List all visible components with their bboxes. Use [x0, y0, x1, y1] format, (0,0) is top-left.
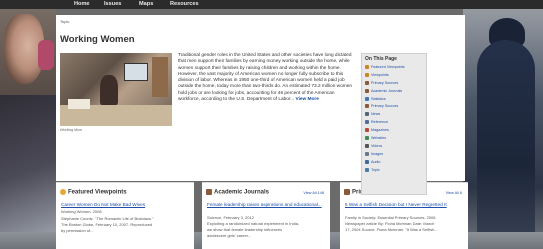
nav-maps[interactable]: Maps: [139, 0, 153, 9]
magazines-icon: [365, 128, 369, 133]
on-this-page-item-label: Topic: [371, 167, 380, 172]
on-this-page-item[interactable]: Videos: [365, 143, 426, 151]
on-this-page-item-label: Statistics: [371, 96, 386, 101]
top-navigation: Home Issues Maps Resources: [0, 0, 543, 9]
card-meta-line: Family in Society: Essential Primary Sou…: [345, 215, 436, 220]
on-this-page-item[interactable]: Viewpoints: [365, 72, 426, 80]
photo-caption: Working Mom: [60, 128, 83, 132]
on-this-page-item[interactable]: Magazines: [365, 127, 426, 135]
nav-resources[interactable]: Resources: [170, 0, 199, 9]
on-this-page-item[interactable]: Academic Journals: [365, 88, 426, 96]
breadcrumb[interactable]: Topic: [60, 19, 69, 24]
card-meta-line: by permission of...: [61, 228, 94, 233]
card-meta-line: Stephanie Coontz. "The Romantic Life of …: [61, 216, 154, 221]
card-meta-line: we show that female leadership influence…: [207, 227, 283, 232]
on-this-page-item-label: Websites: [371, 136, 387, 141]
card-meta-line: adolescent girls' career...: [207, 233, 252, 238]
videos-icon: [365, 143, 369, 148]
card-meta-line: Exploiting a randomized natural experime…: [207, 221, 300, 226]
overview-text: Traditional gender roles in the United S…: [178, 53, 352, 103]
topic-icon: [365, 167, 369, 172]
card-meta-line: Working Women, 2008: [61, 209, 102, 214]
on-this-page-item-label: Featured Viewpoints: [371, 65, 405, 69]
card-academic-journals: Academic Journals View All 148 Female le…: [202, 182, 330, 249]
on-this-page-item-label: Videos: [371, 143, 383, 148]
card-link[interactable]: Female leadership raises aspirations and…: [207, 202, 322, 208]
photo-monitor: [124, 63, 148, 81]
card-featured-viewpoints: Featured Viewpoints Career Women Do Not …: [56, 182, 194, 249]
on-this-page-item-label: Primary Sources: [371, 104, 399, 109]
on-this-page-list: Featured Viewpoints Viewpoints Primary Sou…: [362, 64, 426, 174]
journals-icon: [365, 88, 369, 93]
on-this-page-item-label: News: [371, 112, 381, 117]
card-meta-line: The Boston Globe, February 10, 2007. Rep…: [61, 222, 153, 227]
card-meta-line: Science, February 3, 2012: [207, 215, 254, 220]
card-meta-line: Newspaper article By: Fiona Mcmnan Date:…: [345, 221, 435, 226]
on-this-page-item[interactable]: News: [365, 111, 426, 119]
journals-icon: [206, 189, 212, 195]
card-header: Featured Viewpoints: [60, 189, 127, 196]
on-this-page-title: On This Page: [365, 56, 397, 62]
primary-sources-icon: [344, 189, 350, 195]
protester-jacket: [0, 95, 56, 249]
on-this-page-item[interactable]: Audio: [365, 159, 426, 167]
primary-sources-icon: [365, 80, 369, 85]
on-this-page-item-label: Magazines: [371, 128, 389, 133]
websites-icon: [365, 136, 369, 141]
on-this-page-box: On This Page Featured Viewpoints Viewpoin…: [361, 53, 427, 195]
audio-icon: [365, 159, 369, 164]
photo-woman: [100, 75, 118, 105]
on-this-page-item-label: Primary Sources: [371, 80, 399, 85]
on-this-page-item-label: Reference: [371, 120, 389, 125]
on-this-page-item[interactable]: Statistics: [365, 96, 426, 104]
on-this-page-item-label: Images: [371, 151, 384, 156]
card-meta-line: 17, 2004 Source: Fiona Mcmnan. "It Was a…: [345, 227, 438, 232]
protester-mask: [38, 40, 54, 70]
on-this-page-item-label: Viewpoints: [371, 72, 389, 77]
photo-papers: [68, 99, 90, 109]
card-link[interactable]: Career Women Do Not Make Bad Wives: [61, 202, 145, 208]
on-this-page-item[interactable]: Featured Viewpoints: [365, 64, 426, 72]
card-link[interactable]: It Was a Selfish Decision but I Never Re…: [345, 202, 447, 208]
view-all-link[interactable]: View All 6: [446, 191, 462, 195]
on-this-page-item[interactable]: Websites: [365, 135, 426, 143]
images-icon: [365, 151, 369, 156]
card-header: Academic Journals: [206, 189, 269, 196]
page-title: Working Women: [60, 34, 135, 45]
on-this-page-item[interactable]: Images: [365, 151, 426, 159]
primary-sources-icon: [365, 104, 369, 109]
on-this-page-item-label: Academic Journals: [371, 88, 403, 93]
topic-overview: Traditional gender roles in the United S…: [178, 53, 354, 103]
news-icon: [365, 112, 369, 117]
nav-issues[interactable]: Issues: [104, 0, 121, 9]
background-photo-officer: [463, 0, 543, 249]
on-this-page-item[interactable]: Primary Sources: [365, 103, 426, 111]
card-title: Academic Journals: [214, 189, 270, 196]
statistics-icon: [365, 96, 369, 101]
on-this-page-item[interactable]: Topic: [365, 167, 426, 175]
background-photo-protester: [0, 0, 56, 249]
card-title: Featured Viewpoints: [68, 189, 127, 196]
on-this-page-item[interactable]: Reference: [365, 119, 426, 127]
view-more-link[interactable]: View More: [296, 97, 319, 102]
topic-photo: [60, 53, 172, 126]
photo-shelf: [152, 57, 168, 97]
lightbulb-icon: [60, 189, 66, 195]
nav-home[interactable]: Home: [74, 0, 90, 9]
on-this-page-item-label: Audio: [371, 159, 381, 164]
on-this-page-item[interactable]: Primary Sources: [365, 80, 426, 88]
officer-figure: [477, 40, 535, 249]
view-all-link[interactable]: View All 148: [303, 191, 324, 195]
viewpoints-icon: [365, 65, 369, 70]
viewpoints-icon: [365, 72, 369, 77]
reference-icon: [365, 120, 369, 125]
